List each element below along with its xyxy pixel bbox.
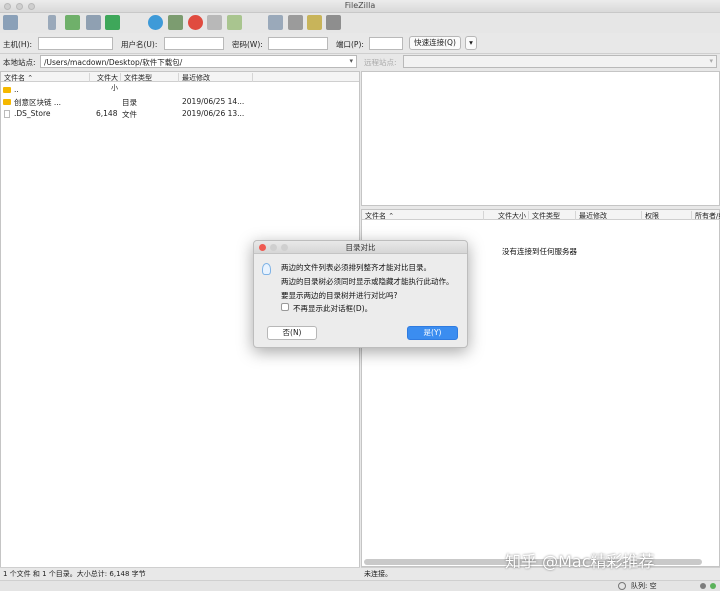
remote-site-label: 远程站点: xyxy=(364,58,397,67)
column-header-modified[interactable]: 最近修改 xyxy=(179,73,253,82)
local-path-text: /Users/macdown/Desktop/软件下载包/ xyxy=(44,58,183,67)
site-manager-icon[interactable] xyxy=(3,15,18,30)
empty-list-message: 没有连接到任何服务器 xyxy=(502,247,577,256)
disconnect-icon[interactable] xyxy=(207,15,222,30)
host-label: 主机(H): xyxy=(3,40,33,49)
queue-status: 队列: 空 xyxy=(631,582,657,590)
dialog-message-line-1: 两边的文件列表必须排列整齐才能对比目录。 xyxy=(281,263,431,272)
password-label: 密码(W): xyxy=(232,40,263,49)
cancel-operation-icon[interactable] xyxy=(188,15,203,30)
file-name: .DS_Store xyxy=(14,109,51,118)
table-row[interactable]: 创意区块链 ... 目录 2019/06/25 14... xyxy=(1,96,359,107)
username-label: 用户名(U): xyxy=(121,40,158,49)
yes-button[interactable]: 是(Y) xyxy=(407,326,458,340)
bottom-status-bar: 队列: 空 xyxy=(0,580,720,591)
column-header-owner[interactable]: 所有者/组 xyxy=(692,211,720,220)
column-header-type[interactable]: 文件类型 xyxy=(529,211,576,220)
process-queue-icon[interactable] xyxy=(168,15,183,30)
lightbulb-icon xyxy=(262,263,271,275)
remote-directory-tree[interactable] xyxy=(361,71,720,206)
table-row[interactable]: .DS_Store 6,148 文件 2019/06/26 13... xyxy=(1,108,359,119)
file-type: 目录 xyxy=(122,98,137,107)
filter-icon[interactable] xyxy=(268,15,283,30)
compare-directories-icon[interactable] xyxy=(288,15,303,30)
local-path-select[interactable]: /Users/macdown/Desktop/软件下载包/ ▾ xyxy=(40,55,357,68)
compare-directories-dialog: 目录对比 两边的文件列表必须排列整齐才能对比目录。 两边的目录树必须同时显示或隐… xyxy=(253,240,468,348)
column-header-size[interactable]: 文件大小 xyxy=(484,211,529,220)
file-icon xyxy=(4,110,10,118)
password-input[interactable] xyxy=(268,37,328,50)
local-status-bar: 1 个文件 和 1 个目录。大小总计: 6,148 字节 xyxy=(0,567,360,578)
dialog-minimize-button xyxy=(270,244,277,251)
refresh-icon[interactable] xyxy=(148,15,163,30)
chevron-down-icon: ▾ xyxy=(709,57,713,65)
toggle-log-icon[interactable] xyxy=(48,15,56,30)
file-modified: 2019/06/25 14... xyxy=(182,97,245,106)
remote-file-list-header: 文件名 ⌃ 文件大小 文件类型 最近修改 权限 所有者/组 xyxy=(362,210,720,220)
dialog-message-line-3: 要显示两边的目录树并进行对比吗? xyxy=(281,291,398,300)
port-input[interactable] xyxy=(369,37,403,50)
watermark-text: 知乎 @Mac精彩推荐 xyxy=(505,552,655,571)
column-header-type[interactable]: 文件类型 xyxy=(121,73,179,82)
toggle-local-tree-icon[interactable] xyxy=(65,15,80,30)
remote-path-select[interactable]: ▾ xyxy=(403,55,717,68)
reconnect-icon[interactable] xyxy=(227,15,242,30)
download-indicator-icon xyxy=(710,583,716,589)
sync-browsing-icon[interactable] xyxy=(307,15,322,30)
quickconnect-button[interactable]: 快速连接(Q) xyxy=(409,36,461,50)
no-button[interactable]: 否(N) xyxy=(267,326,317,340)
window-title: FileZilla xyxy=(344,1,376,10)
local-file-list-header: 文件名 ⌃ 文件大小 文件类型 最近修改 xyxy=(1,72,359,92)
toolbar xyxy=(0,13,720,33)
dialog-zoom-button xyxy=(281,244,288,251)
column-header-modified[interactable]: 最近修改 xyxy=(576,211,642,220)
search-icon[interactable] xyxy=(326,15,341,30)
folder-icon xyxy=(3,87,11,93)
dialog-close-button[interactable] xyxy=(259,244,266,251)
file-type: 文件 xyxy=(122,110,137,119)
folder-icon xyxy=(3,99,11,105)
quickconnect-dropdown-button[interactable]: ▾ xyxy=(465,36,477,50)
username-input[interactable] xyxy=(164,37,224,50)
toggle-queue-icon[interactable] xyxy=(105,15,120,30)
port-label: 端口(P): xyxy=(336,40,364,49)
column-header-name[interactable]: 文件名 ⌃ xyxy=(362,211,484,220)
table-row[interactable]: .. xyxy=(1,84,359,95)
file-modified: 2019/06/26 13... xyxy=(182,109,245,118)
window-titlebar: FileZilla xyxy=(0,0,720,13)
chevron-down-icon: ▾ xyxy=(349,57,353,65)
quickconnect-bar: 主机(H): 用户名(U): 密码(W): 端口(P): 快速连接(Q) ▾ xyxy=(0,33,720,53)
column-header-size[interactable]: 文件大小 xyxy=(90,73,121,92)
upload-indicator-icon xyxy=(700,583,706,589)
dont-show-again-label: 不再显示此对话框(D)。 xyxy=(293,304,373,313)
file-size: 6,148 xyxy=(96,109,118,118)
column-header-permissions[interactable]: 权限 xyxy=(642,211,692,220)
column-header-name[interactable]: 文件名 ⌃ xyxy=(1,73,90,82)
host-input[interactable] xyxy=(38,37,113,50)
queue-icon xyxy=(618,582,626,590)
dont-show-again-checkbox[interactable] xyxy=(281,303,289,311)
toggle-remote-tree-icon[interactable] xyxy=(86,15,101,30)
dialog-message-line-2: 两边的目录树必须同时显示或隐藏才能执行此动作。 xyxy=(281,277,454,286)
file-name: 创意区块链 ... xyxy=(14,98,62,107)
local-site-label: 本地站点: xyxy=(3,58,36,67)
